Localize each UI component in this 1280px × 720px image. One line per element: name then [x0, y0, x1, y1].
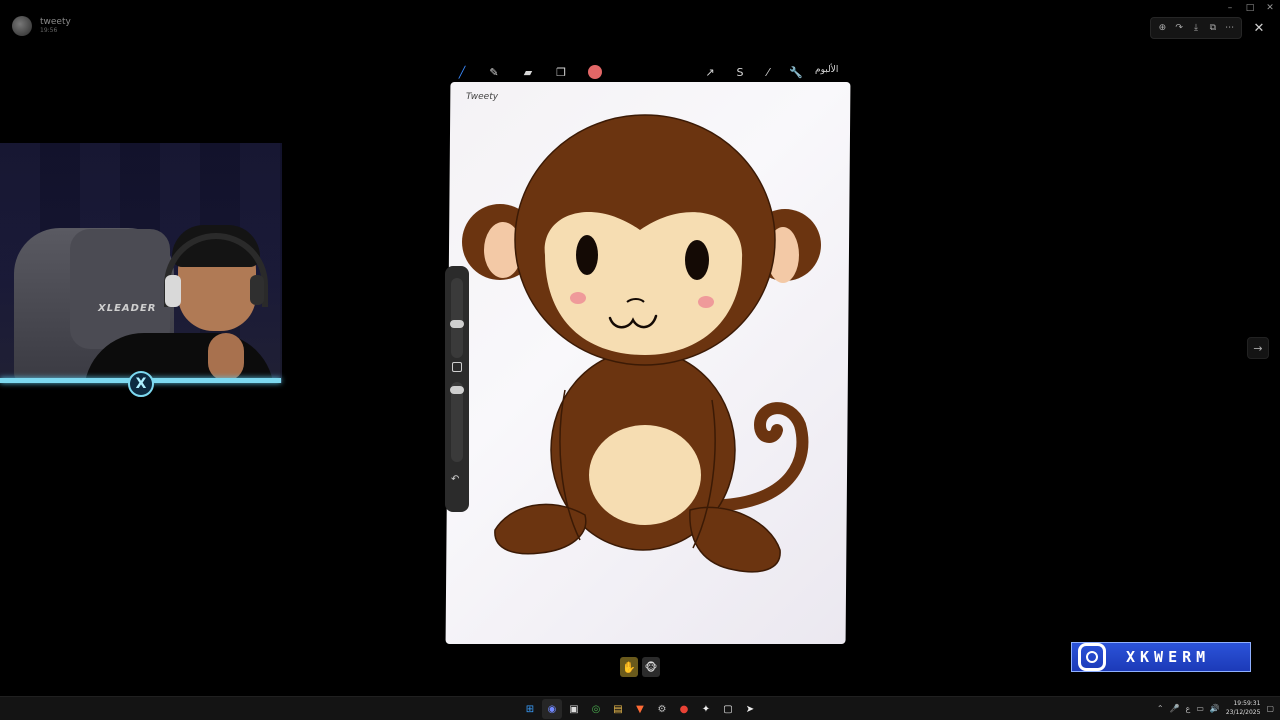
language-indicator[interactable]: ع	[1186, 704, 1191, 713]
brush-opacity-slider[interactable]	[451, 382, 463, 462]
instagram-icon	[1078, 643, 1106, 671]
webcam-logo-badge: X	[128, 371, 154, 397]
headset-earcup-right	[250, 275, 264, 305]
monkey-eye-left	[576, 235, 598, 275]
adjustments-icon[interactable]: ⁄	[760, 64, 776, 80]
window-close-button[interactable]: ✕	[1260, 0, 1280, 16]
monkey-leg-left	[494, 503, 587, 555]
system-tray: ⌃ 🎤 ع ▭ 🔊 19:59:31 23/12/2025 ▢	[1157, 699, 1274, 717]
webcam-overlay: XLEADER	[0, 143, 282, 383]
sender-info: tweety 19:56	[12, 16, 71, 36]
headset-earcup-left	[165, 275, 181, 307]
monkey-eye-right	[685, 240, 709, 280]
folder-icon[interactable]: ▤	[608, 699, 628, 719]
smudge-icon[interactable]: ✎	[486, 64, 502, 80]
monkey-cheek-left	[570, 292, 586, 304]
volume-icon[interactable]: 🔊	[1210, 704, 1220, 713]
monkey-drawing	[462, 114, 821, 573]
monkey-leg-right	[689, 506, 781, 573]
brush-icon[interactable]: ╱	[454, 64, 470, 80]
chair-back	[70, 229, 170, 349]
chrome-icon[interactable]: ◎	[586, 699, 606, 719]
brave-icon[interactable]: ▼	[630, 699, 650, 719]
clock-time: 19:59:31	[1233, 700, 1261, 707]
streamer-hand	[208, 333, 244, 381]
tray-overflow-icon[interactable]: ⌃	[1157, 704, 1164, 713]
monkey-belly	[589, 425, 701, 525]
brush-size-knob[interactable]	[450, 320, 464, 328]
message-reactions: ✋ 🐵	[620, 657, 660, 677]
modify-button[interactable]	[452, 362, 462, 372]
maximize-button[interactable]: □	[1240, 0, 1260, 16]
gallery-button[interactable]: الألبوم	[815, 65, 838, 75]
viewer-toolbar: ⊕ ↷ ⤓ ⧉ ⋯	[1150, 17, 1242, 39]
brush-opacity-knob[interactable]	[450, 386, 464, 394]
window-controls: – □ ✕	[1220, 0, 1280, 16]
taskbar: ⊞ ◉ ▣ ◎ ▤ ▼ ⚙ ● ✦ ▢ ➤ ⌃ 🎤 ع ▭ 🔊 19:59:31…	[0, 696, 1280, 720]
discord-icon[interactable]: ◉	[542, 699, 562, 719]
layers-icon[interactable]: ❐	[553, 64, 569, 80]
more-icon[interactable]: ⋯	[1222, 20, 1238, 36]
notification-icon[interactable]: ▢	[1266, 704, 1274, 713]
selection-icon[interactable]: S	[732, 64, 748, 80]
forward-icon[interactable]: ↷	[1171, 20, 1187, 36]
undo-icon[interactable]: ↶	[451, 474, 459, 485]
network-icon[interactable]: ▭	[1196, 704, 1204, 713]
taskbar-clock[interactable]: 19:59:31 23/12/2025	[1226, 699, 1261, 717]
media-icon[interactable]: ▢	[718, 699, 738, 719]
download-icon[interactable]: ⤓	[1188, 20, 1204, 36]
sender-name: tweety	[40, 17, 71, 27]
steam-icon[interactable]: ⚙	[652, 699, 672, 719]
actions-icon[interactable]: 🔧	[788, 64, 804, 80]
hand-reaction-icon[interactable]: ✋	[620, 657, 638, 677]
zoom-in-icon[interactable]: ⊕	[1154, 20, 1170, 36]
chrome-profile-icon[interactable]: ●	[674, 699, 694, 719]
app-icon[interactable]: ➤	[740, 699, 760, 719]
monkey-cheek-right	[698, 296, 714, 308]
open-external-icon[interactable]: ⧉	[1205, 20, 1221, 36]
monkey-reaction-icon[interactable]: 🐵	[642, 657, 660, 677]
monkey-tail	[719, 402, 809, 511]
next-image-icon[interactable]: →	[1247, 337, 1269, 359]
start-icon[interactable]: ⊞	[520, 699, 540, 719]
sender-avatar[interactable]	[12, 16, 32, 36]
color-picker[interactable]	[588, 65, 602, 79]
clock-date: 23/12/2025	[1225, 709, 1261, 716]
close-viewer-icon[interactable]: ✕	[1249, 18, 1269, 38]
eraser-icon[interactable]: ▰	[520, 64, 536, 80]
microphone-icon[interactable]: 🎤	[1170, 704, 1180, 713]
instagram-handle-badge: XKWERM	[1071, 642, 1251, 672]
brush-side-panel: ↶	[445, 266, 469, 512]
artist-signature: Tweety	[466, 92, 499, 102]
settings-icon[interactable]: ✦	[696, 699, 716, 719]
brush-size-slider[interactable]	[451, 278, 463, 358]
brand-handle: XKWERM	[1126, 648, 1211, 666]
chair-brand-label: XLEADER	[98, 303, 157, 314]
minimize-button[interactable]: –	[1220, 0, 1240, 16]
file-icon[interactable]: ▣	[564, 699, 584, 719]
sender-time: 19:56	[40, 27, 58, 34]
drawing-toolbar: ╱ ✎ ▰ ❐ ↗ S ⁄ 🔧 الألبوم	[448, 60, 852, 84]
transform-icon[interactable]: ↗	[702, 64, 718, 80]
taskbar-apps: ⊞ ◉ ▣ ◎ ▤ ▼ ⚙ ● ✦ ▢ ➤	[520, 699, 760, 719]
